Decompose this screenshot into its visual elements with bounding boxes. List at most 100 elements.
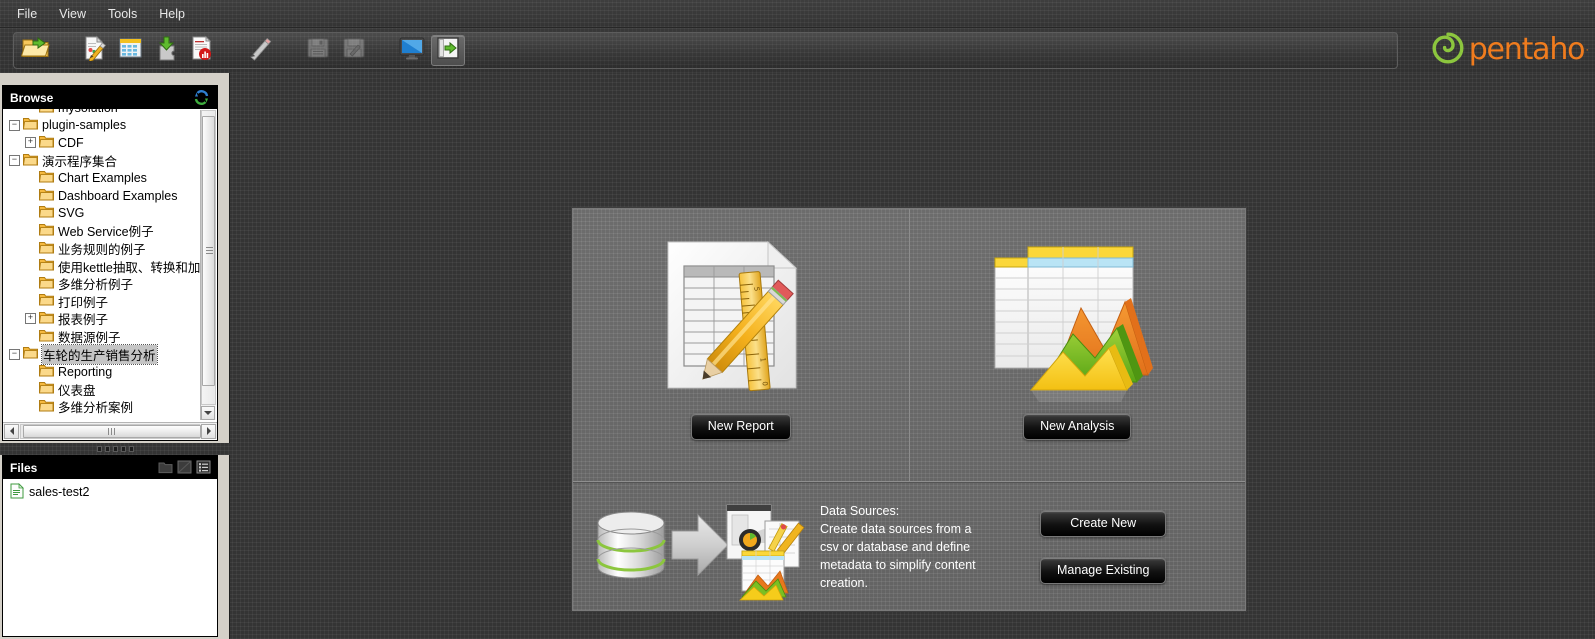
create-new-button[interactable]: Create New [1040,510,1167,537]
pentaho-spiral-icon [1431,31,1465,70]
scroll-right-arrow[interactable] [201,423,216,439]
panel-splitter[interactable] [0,443,230,455]
folder-icon [38,205,54,221]
report-document-ruler-pencil-icon: 5 4 1 0 [656,227,826,413]
tree-item[interactable]: + 报表例子 [3,310,217,328]
file-name: sales-test2 [29,485,90,499]
tree-item-label: Reporting [58,364,113,379]
launch-panel: 5 4 1 0 [572,208,1246,611]
scroll-down-arrow[interactable] [201,406,215,420]
tree-item[interactable]: 业务规则的例子 [3,240,217,258]
tree-item[interactable]: 仪表盘 [3,381,217,399]
folder-icon [38,188,54,204]
folder-icon [38,223,54,239]
print-button[interactable] [185,35,219,66]
tree-item[interactable]: Dashboard Examples [3,187,217,205]
menu-view[interactable]: View [49,4,96,24]
browse-tree[interactable]: mysolution − plugin-samples + CDF − 演示程序集合Char… [3,109,217,420]
tree-item[interactable]: SVG [3,205,217,223]
edit-button[interactable] [243,35,277,66]
collapse-icon[interactable]: − [9,155,20,167]
save-button[interactable] [301,35,335,66]
files-detail-view-button[interactable] [177,460,192,479]
folder-icon [38,311,54,327]
tree-item[interactable]: − plugin-samples [3,117,217,135]
scroll-left-arrow[interactable] [4,423,19,439]
new-analysis-cell[interactable]: New Analysis [908,209,1246,481]
tree-item-label: 演示程序集合 [42,155,118,170]
data-sources-heading: Data Sources: [820,504,900,518]
folder-icon [38,135,54,151]
tree-item[interactable]: Chart Examples [3,169,217,187]
tree-item[interactable]: mysolution [3,109,217,117]
tree-item[interactable]: Web Service例子 [3,222,217,240]
expand-icon[interactable]: + [25,137,36,149]
pentaho-wordmark: pentaho [1468,32,1586,67]
new-analysis-button[interactable]: New Analysis [1023,413,1132,440]
launch-top-row: 5 4 1 0 [573,209,1245,481]
new-analysis-button[interactable] [113,35,147,66]
tree-item[interactable]: + CDF [3,134,217,152]
tree-item[interactable]: 数据源例子 [3,328,217,346]
folder-icon [38,109,54,116]
browse-tree-horizontal-scrollbar[interactable] [3,422,217,439]
tree-item[interactable]: Reporting [3,363,217,381]
toolbar [13,32,1398,69]
pentaho-logo: pentaho · [1431,27,1589,73]
menu-file[interactable]: File [7,4,47,24]
refresh-icon[interactable] [193,89,210,111]
menu-tools[interactable]: Tools [98,4,147,24]
menu-help[interactable]: Help [149,4,195,24]
scrollbar-thumb[interactable] [202,116,215,386]
files-folder-view-button[interactable] [158,460,173,479]
data-sources-description: Data Sources: Create data sources from a… [810,502,1040,592]
collapse-icon[interactable]: − [9,348,20,360]
folder-icon [38,364,54,380]
save-as-button[interactable] [337,35,371,66]
document-icon [10,482,24,502]
show-browser-icon [436,36,460,65]
tree-item[interactable]: − 车轮的生产销售分析 [3,343,217,365]
data-sources-line-4: creation. [820,576,868,590]
database-arrow-documents-icon [585,492,810,602]
list-item[interactable]: sales-test2 [3,482,217,502]
tree-item-label: 打印例子 [58,295,109,310]
tree-item[interactable]: 多维分析案例 [3,398,217,416]
tree-item-label: mysolution [58,109,118,115]
new-report-button[interactable] [77,35,111,66]
new-report-button[interactable]: New Report [690,413,791,440]
new-report-icon [81,35,107,66]
tree-item[interactable]: 多维分析例子 [3,275,217,293]
tree-item-label: Chart Examples [58,171,147,186]
tree-item-label: 使用kettle抽取、转换和加 [58,260,201,275]
tree-item[interactable]: − 演示程序集合 [3,152,217,170]
folder-icon [38,381,54,397]
files-list[interactable]: sales-test2 [3,479,217,636]
manage-existing-button[interactable]: Manage Existing [1040,557,1167,584]
new-report-cell[interactable]: 5 4 1 0 [573,209,909,481]
tree-item-label: Dashboard Examples [58,188,178,203]
browse-tree-vertical-scrollbar[interactable] [200,110,216,420]
browse-panel: Browse mysolution − plugin-samples + CDF − 演示程… [2,85,218,441]
main-content: 5 4 1 0 [231,73,1595,639]
toggle-browser-button[interactable] [431,35,465,66]
new-datasource-button[interactable] [149,35,183,66]
pentaho-registered-mark: · [1585,44,1589,56]
tree-item[interactable]: 打印例子 [3,293,217,311]
view-mode-button[interactable] [395,35,429,66]
svg-text:0: 0 [760,381,768,386]
data-sources-line-2: csv or database and define [820,540,971,554]
tree-item[interactable]: 使用kettle抽取、转换和加 [3,257,217,275]
open-button[interactable] [19,35,53,66]
scrollbar-thumb[interactable] [23,424,201,438]
expand-icon[interactable]: + [25,313,36,325]
data-sources-row: Data Sources: Create data sources from a… [573,484,1245,610]
files-list-view-button[interactable] [196,460,211,479]
save-icon [305,35,331,66]
collapse-icon[interactable]: − [9,119,20,131]
new-analysis-grid-icon [117,35,143,66]
